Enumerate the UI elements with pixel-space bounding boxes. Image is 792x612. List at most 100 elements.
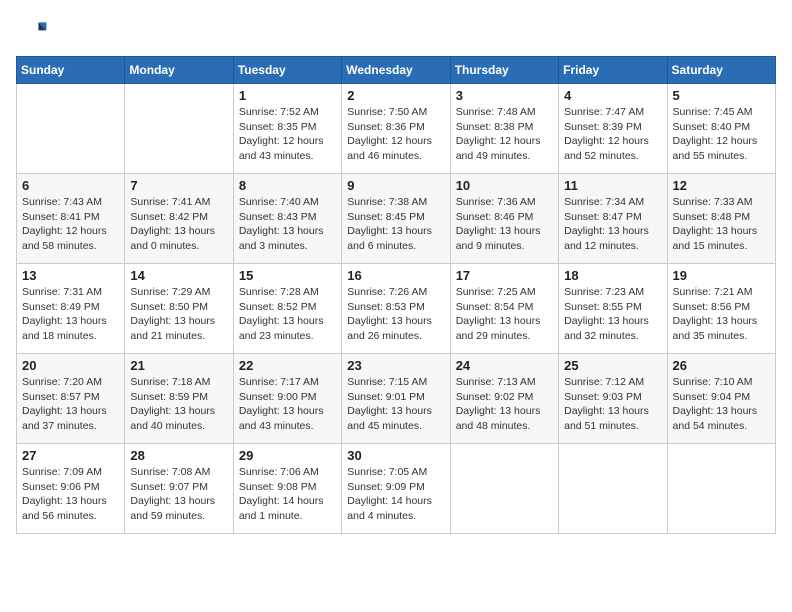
calendar-cell: 3 Sunrise: 7:48 AM Sunset: 8:38 PM Daylig… [450,84,558,174]
day-number: 1 [239,88,336,103]
calendar-cell: 5 Sunrise: 7:45 AM Sunset: 8:40 PM Daylig… [667,84,775,174]
day-number: 7 [130,178,227,193]
calendar-table: SundayMondayTuesdayWednesdayThursdayFrid… [16,56,776,534]
day-number: 9 [347,178,444,193]
page-header [16,16,776,48]
calendar-cell: 12 Sunrise: 7:33 AM Sunset: 8:48 PM Dayli… [667,174,775,264]
day-info: Sunrise: 7:50 AM Sunset: 8:36 PM Dayligh… [347,105,444,164]
day-number: 10 [456,178,553,193]
day-number: 6 [22,178,119,193]
day-info: Sunrise: 7:31 AM Sunset: 8:49 PM Dayligh… [22,285,119,344]
day-info: Sunrise: 7:17 AM Sunset: 9:00 PM Dayligh… [239,375,336,434]
day-info: Sunrise: 7:10 AM Sunset: 9:04 PM Dayligh… [673,375,770,434]
calendar-cell [125,84,233,174]
calendar-cell: 11 Sunrise: 7:34 AM Sunset: 8:47 PM Dayli… [559,174,667,264]
calendar-cell: 25Sunrise: 7:12 AM Sunset: 9:03 PM Dayli… [559,354,667,444]
logo-icon [16,16,48,48]
day-info: Sunrise: 7:18 AM Sunset: 8:59 PM Dayligh… [130,375,227,434]
weekday-saturday: Saturday [667,57,775,84]
day-info: Sunrise: 7:15 AM Sunset: 9:01 PM Dayligh… [347,375,444,434]
week-row-1: 1Sunrise: 7:52 AM Sunset: 8:35 PM Daylig… [17,84,776,174]
calendar-cell: 2 Sunrise: 7:50 AM Sunset: 8:36 PM Daylig… [342,84,450,174]
weekday-monday: Monday [125,57,233,84]
day-number: 4 [564,88,661,103]
day-number: 30 [347,448,444,463]
logo [16,16,52,48]
day-number: 27 [22,448,119,463]
day-number: 19 [673,268,770,283]
weekday-thursday: Thursday [450,57,558,84]
day-number: 17 [456,268,553,283]
day-info: Sunrise: 7:29 AM Sunset: 8:50 PM Dayligh… [130,285,227,344]
week-row-4: 20Sunrise: 7:20 AM Sunset: 8:57 PM Dayli… [17,354,776,444]
weekday-header-row: SundayMondayTuesdayWednesdayThursdayFrid… [17,57,776,84]
calendar-cell: 30 Sunrise: 7:05 AM Sunset: 9:09 PM Dayli… [342,444,450,534]
day-info: Sunrise: 7:40 AM Sunset: 8:43 PM Dayligh… [239,195,336,254]
calendar-cell: 21 Sunrise: 7:18 AM Sunset: 8:59 PM Dayli… [125,354,233,444]
day-number: 2 [347,88,444,103]
week-row-2: 6 Sunrise: 7:43 AM Sunset: 8:41 PM Daylig… [17,174,776,264]
day-number: 24 [456,358,553,373]
calendar-cell: 23Sunrise: 7:15 AM Sunset: 9:01 PM Dayli… [342,354,450,444]
day-number: 20 [22,358,119,373]
day-number: 3 [456,88,553,103]
week-row-3: 13 Sunrise: 7:31 AM Sunset: 8:49 PM Dayli… [17,264,776,354]
calendar-cell: 20Sunrise: 7:20 AM Sunset: 8:57 PM Dayli… [17,354,125,444]
day-number: 21 [130,358,227,373]
day-number: 15 [239,268,336,283]
calendar-cell: 17 Sunrise: 7:25 AM Sunset: 8:54 PM Dayli… [450,264,558,354]
day-info: Sunrise: 7:28 AM Sunset: 8:52 PM Dayligh… [239,285,336,344]
calendar-cell: 13 Sunrise: 7:31 AM Sunset: 8:49 PM Dayli… [17,264,125,354]
week-row-5: 27 Sunrise: 7:09 AM Sunset: 9:06 PM Dayli… [17,444,776,534]
calendar-cell: 1Sunrise: 7:52 AM Sunset: 8:35 PM Daylig… [233,84,341,174]
day-info: Sunrise: 7:13 AM Sunset: 9:02 PM Dayligh… [456,375,553,434]
day-info: Sunrise: 7:21 AM Sunset: 8:56 PM Dayligh… [673,285,770,344]
day-info: Sunrise: 7:41 AM Sunset: 8:42 PM Dayligh… [130,195,227,254]
day-number: 11 [564,178,661,193]
day-info: Sunrise: 7:06 AM Sunset: 9:08 PM Dayligh… [239,465,336,524]
day-info: Sunrise: 7:36 AM Sunset: 8:46 PM Dayligh… [456,195,553,254]
calendar-cell: 18Sunrise: 7:23 AM Sunset: 8:55 PM Dayli… [559,264,667,354]
day-info: Sunrise: 7:48 AM Sunset: 8:38 PM Dayligh… [456,105,553,164]
day-info: Sunrise: 7:26 AM Sunset: 8:53 PM Dayligh… [347,285,444,344]
calendar-cell: 24 Sunrise: 7:13 AM Sunset: 9:02 PM Dayli… [450,354,558,444]
day-info: Sunrise: 7:45 AM Sunset: 8:40 PM Dayligh… [673,105,770,164]
day-number: 28 [130,448,227,463]
weekday-tuesday: Tuesday [233,57,341,84]
day-number: 12 [673,178,770,193]
day-info: Sunrise: 7:09 AM Sunset: 9:06 PM Dayligh… [22,465,119,524]
calendar-cell [450,444,558,534]
calendar-cell: 16Sunrise: 7:26 AM Sunset: 8:53 PM Dayli… [342,264,450,354]
day-number: 26 [673,358,770,373]
day-number: 14 [130,268,227,283]
calendar-cell: 19 Sunrise: 7:21 AM Sunset: 8:56 PM Dayli… [667,264,775,354]
calendar-cell: 9 Sunrise: 7:38 AM Sunset: 8:45 PM Daylig… [342,174,450,264]
calendar-cell: 10 Sunrise: 7:36 AM Sunset: 8:46 PM Dayli… [450,174,558,264]
day-info: Sunrise: 7:12 AM Sunset: 9:03 PM Dayligh… [564,375,661,434]
day-info: Sunrise: 7:33 AM Sunset: 8:48 PM Dayligh… [673,195,770,254]
day-number: 13 [22,268,119,283]
day-number: 29 [239,448,336,463]
calendar-cell: 29 Sunrise: 7:06 AM Sunset: 9:08 PM Dayli… [233,444,341,534]
day-info: Sunrise: 7:23 AM Sunset: 8:55 PM Dayligh… [564,285,661,344]
day-info: Sunrise: 7:43 AM Sunset: 8:41 PM Dayligh… [22,195,119,254]
calendar-cell [667,444,775,534]
day-number: 22 [239,358,336,373]
calendar-cell: 26 Sunrise: 7:10 AM Sunset: 9:04 PM Dayli… [667,354,775,444]
day-info: Sunrise: 7:08 AM Sunset: 9:07 PM Dayligh… [130,465,227,524]
calendar-cell: 15 Sunrise: 7:28 AM Sunset: 8:52 PM Dayli… [233,264,341,354]
calendar-cell: 7 Sunrise: 7:41 AM Sunset: 8:42 PM Daylig… [125,174,233,264]
calendar-cell: 4Sunrise: 7:47 AM Sunset: 8:39 PM Daylig… [559,84,667,174]
day-info: Sunrise: 7:38 AM Sunset: 8:45 PM Dayligh… [347,195,444,254]
day-number: 5 [673,88,770,103]
day-info: Sunrise: 7:25 AM Sunset: 8:54 PM Dayligh… [456,285,553,344]
calendar-cell [17,84,125,174]
calendar-cell: 14 Sunrise: 7:29 AM Sunset: 8:50 PM Dayli… [125,264,233,354]
calendar-cell: 6 Sunrise: 7:43 AM Sunset: 8:41 PM Daylig… [17,174,125,264]
calendar-cell [559,444,667,534]
calendar-cell: 27 Sunrise: 7:09 AM Sunset: 9:06 PM Dayli… [17,444,125,534]
weekday-sunday: Sunday [17,57,125,84]
calendar-cell: 22 Sunrise: 7:17 AM Sunset: 9:00 PM Dayli… [233,354,341,444]
day-info: Sunrise: 7:34 AM Sunset: 8:47 PM Dayligh… [564,195,661,254]
day-info: Sunrise: 7:05 AM Sunset: 9:09 PM Dayligh… [347,465,444,524]
